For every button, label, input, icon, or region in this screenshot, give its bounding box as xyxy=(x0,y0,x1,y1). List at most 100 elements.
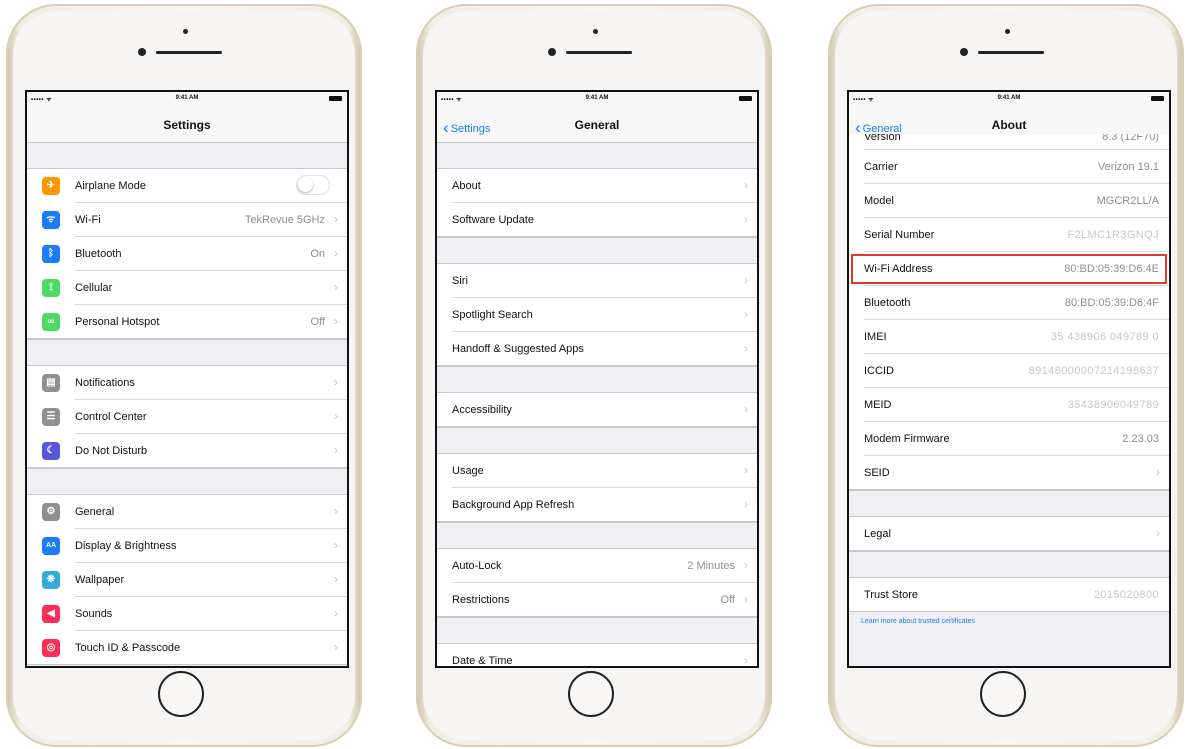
status-bar: ••••• ᯤ 9:41 AM xyxy=(27,92,347,106)
row-label: Restrictions xyxy=(452,594,510,606)
row-label: Handoff & Suggested Apps xyxy=(452,343,584,355)
row-value: 80:BD:05:39:D6:4F xyxy=(1064,297,1159,309)
about-screen: ••••• ᯤ 9:41 AM ‹ General About Version 8… xyxy=(847,90,1171,668)
chevron-right-icon: › xyxy=(1156,526,1160,540)
toggle-knob xyxy=(298,177,313,192)
row-value: On xyxy=(310,248,325,260)
home-button[interactable] xyxy=(568,671,614,717)
page-title: General xyxy=(574,118,620,132)
list-item-date-time[interactable]: Date & Time › xyxy=(437,644,757,667)
list-item-modem-firmware[interactable]: Modem Firmware 2.23.03 xyxy=(849,422,1169,456)
list-item-background-app-refresh[interactable]: Background App Refresh › xyxy=(437,488,757,522)
row-label: Auto-Lock xyxy=(452,560,502,572)
list-item-carrier[interactable]: Carrier Verizon 19.1 xyxy=(849,150,1169,184)
home-button[interactable] xyxy=(980,671,1026,717)
control-center-icon: ☰ xyxy=(42,408,60,426)
list-item-restrictions[interactable]: Restrictions Off › xyxy=(437,583,757,617)
list-item-imei[interactable]: IMEI 35 438906 049789 0 xyxy=(849,320,1169,354)
list-item-wallpaper[interactable]: ❋ Wallpaper › xyxy=(27,563,347,597)
row-label: Control Center xyxy=(75,411,147,423)
chevron-right-icon: › xyxy=(744,307,748,321)
list-item-bluetooth[interactable]: Bluetooth 80:BD:05:39:D6:4F xyxy=(849,286,1169,320)
row-label: Bluetooth xyxy=(864,297,911,309)
list-item-display-and-brightness[interactable]: AA Display & Brightness › xyxy=(27,529,347,563)
nav-bar: ‹ Settings General xyxy=(437,106,757,143)
row-label: Display & Brightness xyxy=(75,540,177,552)
list-item-personal-hotspot[interactable]: ∞ Personal Hotspot Off › xyxy=(27,305,347,339)
list-item-control-center[interactable]: ☰ Control Center › xyxy=(27,400,347,434)
list-item-about[interactable]: About › xyxy=(437,169,757,203)
trust-store-link[interactable]: Learn more about trusted certificates xyxy=(849,612,1169,631)
chevron-right-icon: › xyxy=(744,558,748,572)
row-label: Serial Number xyxy=(864,229,935,241)
list-item-iccid[interactable]: ICCID 89148000007214198637 xyxy=(849,354,1169,388)
cellular-icon: ⟟ xyxy=(42,279,60,297)
list-item-general[interactable]: ⚙ General › xyxy=(27,495,347,529)
airplane-icon: ✈ xyxy=(42,177,60,195)
list-item-usage[interactable]: Usage › xyxy=(437,454,757,488)
list-item-accessibility[interactable]: Accessibility › xyxy=(437,393,757,427)
toggle-switch[interactable] xyxy=(296,175,330,195)
battery-icon xyxy=(1151,96,1164,101)
wallpaper-icon: ❋ xyxy=(42,571,60,589)
sounds-icon: ◀ xyxy=(42,605,60,623)
list-item-bluetooth[interactable]: ᛒ Bluetooth On › xyxy=(27,237,347,271)
settings-screen: ••••• ᯤ 9:41 AM Settings ✈ Airplane Mode ᯤ… xyxy=(25,90,349,668)
row-value: 35438906049789 xyxy=(1067,399,1159,411)
list-item-cellular[interactable]: ⟟ Cellular › xyxy=(27,271,347,305)
iphone-3: ••••• ᯤ 9:41 AM ‹ General About Version 8… xyxy=(828,4,1184,747)
chevron-right-icon: › xyxy=(334,443,338,457)
chevron-right-icon: › xyxy=(744,212,748,226)
row-label: Wallpaper xyxy=(75,574,125,586)
list-item-meid[interactable]: MEID 35438906049789 xyxy=(849,388,1169,422)
list-item-seid[interactable]: SEID › xyxy=(849,456,1169,490)
row-label: Date & Time xyxy=(452,655,513,667)
list-item-auto-lock[interactable]: Auto-Lock 2 Minutes › xyxy=(437,549,757,583)
list-item-sounds[interactable]: ◀ Sounds › xyxy=(27,597,347,631)
status-time: 9:41 AM xyxy=(585,95,609,101)
list-item-do-not-disturb[interactable]: ☾ Do Not Disturb › xyxy=(27,434,347,468)
nav-bar: ‹ General About xyxy=(849,106,1169,137)
list-item-notifications[interactable]: ▤ Notifications › xyxy=(27,366,347,400)
list-item-model[interactable]: Model MGCR2LL/A xyxy=(849,184,1169,218)
row-label: Usage xyxy=(452,465,484,477)
battery-icon xyxy=(739,96,752,101)
row-label: Accessibility xyxy=(452,404,512,416)
row-value: 2015020800 xyxy=(1093,589,1159,601)
chevron-right-icon: › xyxy=(334,606,338,620)
list-item-handoff-and-suggested-apps[interactable]: Handoff & Suggested Apps › xyxy=(437,332,757,366)
row-value: MGCR2LL/A xyxy=(1096,195,1159,207)
row-label: Wi-Fi Address xyxy=(864,263,933,275)
row-label: Legal xyxy=(864,528,891,540)
chevron-right-icon: › xyxy=(744,463,748,477)
row-label: About xyxy=(452,180,481,192)
list-item-trust-store[interactable]: Trust Store 2015020800 xyxy=(849,578,1169,612)
bluetooth-icon: ᛒ xyxy=(42,245,60,263)
row-label: Trust Store xyxy=(864,589,918,601)
list-item-wi-fi[interactable]: ᯤ Wi-Fi TekRevue 5GHz › xyxy=(27,203,347,237)
row-value: 8.3 (12F70) xyxy=(1102,134,1159,143)
list-item-touch-id-and-passcode[interactable]: ◎ Touch ID & Passcode › xyxy=(27,631,347,665)
row-label: Version xyxy=(864,134,901,143)
row-label: SEID xyxy=(864,467,890,479)
row-value: Verizon 19.1 xyxy=(1097,161,1159,173)
chevron-right-icon: › xyxy=(334,572,338,586)
row-value: F2LMC1R3GNQJ xyxy=(1067,229,1159,241)
status-time: 9:41 AM xyxy=(997,95,1021,101)
list-item-wi-fi-address[interactable]: Wi-Fi Address 80:BD:05:39:D6:4E xyxy=(849,252,1169,286)
chevron-right-icon: › xyxy=(334,375,338,389)
list-item-spotlight-search[interactable]: Spotlight Search › xyxy=(437,298,757,332)
earpiece-speaker xyxy=(566,51,632,54)
list-item-software-update[interactable]: Software Update › xyxy=(437,203,757,237)
chevron-right-icon: › xyxy=(744,178,748,192)
list-item-airplane-mode[interactable]: ✈ Airplane Mode xyxy=(27,169,347,203)
list-item-legal[interactable]: Legal › xyxy=(849,517,1169,551)
row-value: 35 438906 049789 0 xyxy=(1050,331,1159,343)
list-item-serial-number[interactable]: Serial Number F2LMC1R3GNQJ xyxy=(849,218,1169,252)
row-label: Software Update xyxy=(452,214,534,226)
chevron-right-icon: › xyxy=(334,640,338,654)
home-button[interactable] xyxy=(158,671,204,717)
proximity-sensor xyxy=(1005,29,1010,34)
row-value: 89148000007214198637 xyxy=(1028,365,1159,377)
list-item-siri[interactable]: Siri › xyxy=(437,264,757,298)
